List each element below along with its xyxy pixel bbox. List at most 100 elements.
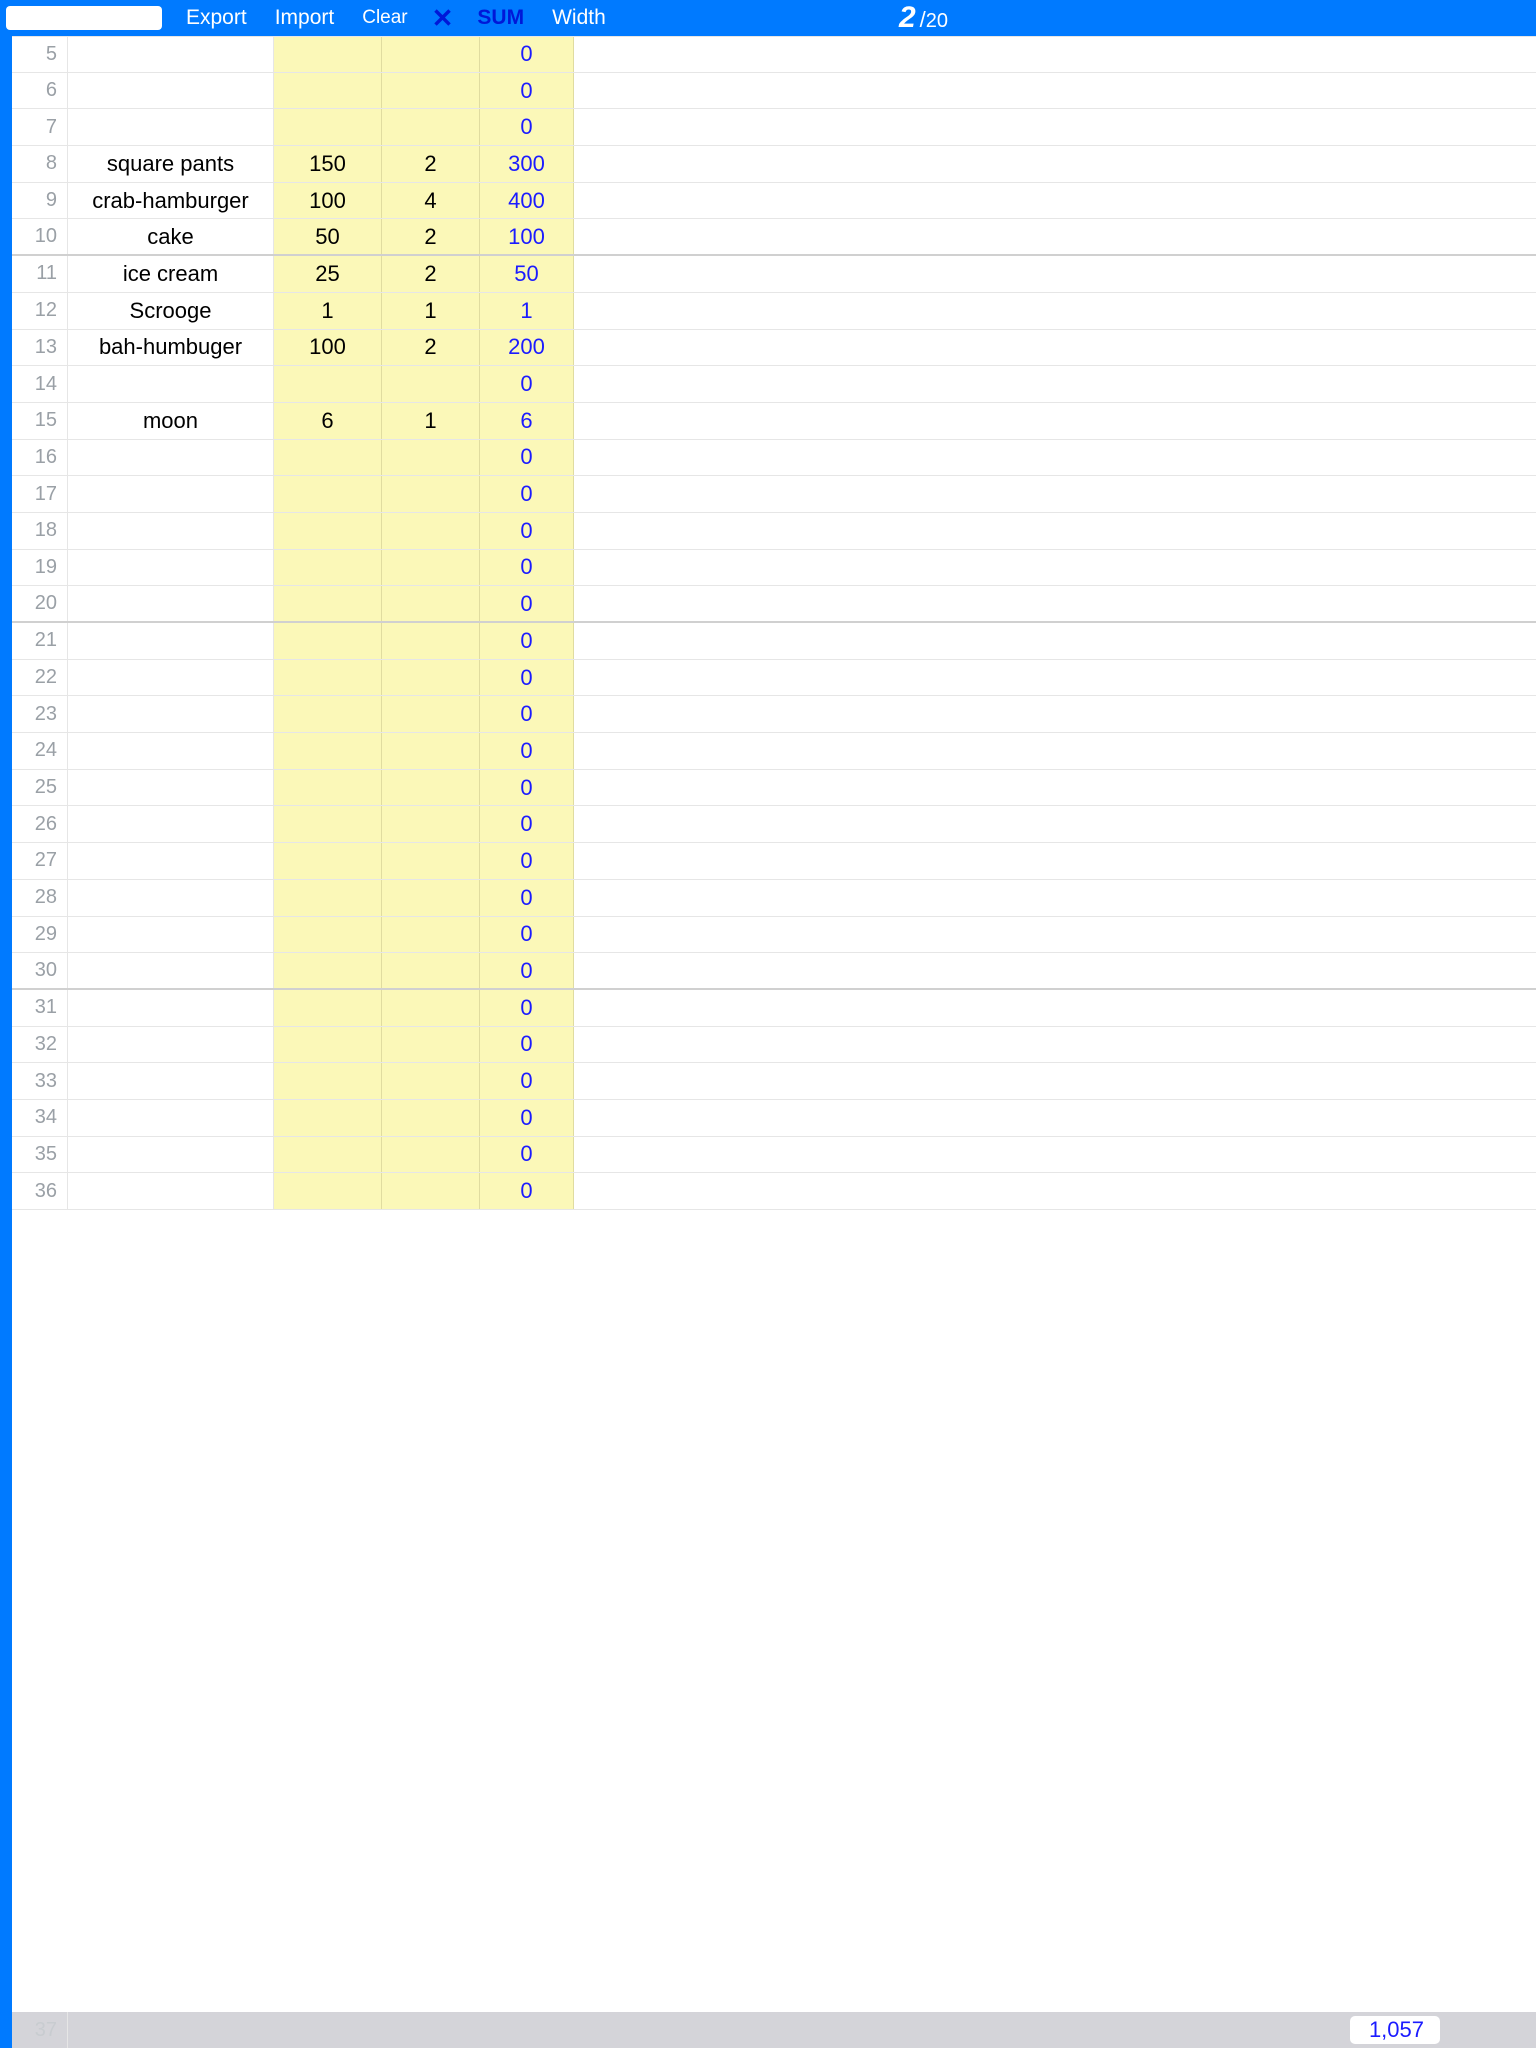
import-button[interactable]: Import	[261, 0, 349, 36]
cell-value-b[interactable]: 1	[382, 293, 480, 329]
multiply-icon[interactable]: ✕	[422, 0, 464, 36]
cell-total[interactable]: 0	[480, 843, 574, 879]
cell-total[interactable]: 0	[480, 917, 574, 953]
cell-value-b[interactable]	[382, 917, 480, 953]
cell-name[interactable]	[68, 1137, 274, 1173]
cell-value-a[interactable]	[274, 37, 382, 72]
cell-total[interactable]: 200	[480, 330, 574, 366]
cell-total[interactable]: 0	[480, 1137, 574, 1173]
cell-name[interactable]	[68, 733, 274, 769]
cell-value-b[interactable]	[382, 806, 480, 842]
cell-total[interactable]: 300	[480, 146, 574, 182]
cell-name[interactable]: bah-humbuger	[68, 330, 274, 366]
cell-name[interactable]	[68, 73, 274, 109]
cell-name[interactable]	[68, 990, 274, 1026]
cell-total[interactable]: 50	[480, 256, 574, 292]
cell-value-a[interactable]	[274, 953, 382, 988]
cell-value-a[interactable]	[274, 770, 382, 806]
cell-name[interactable]	[68, 770, 274, 806]
cell-value-b[interactable]: 2	[382, 146, 480, 182]
cell-name[interactable]: moon	[68, 403, 274, 439]
cell-value-b[interactable]	[382, 366, 480, 402]
cell-value-b[interactable]	[382, 37, 480, 72]
cell-value-a[interactable]	[274, 586, 382, 621]
cell-value-a[interactable]	[274, 696, 382, 732]
cell-total[interactable]: 0	[480, 366, 574, 402]
cell-total[interactable]: 0	[480, 440, 574, 476]
cell-value-b[interactable]	[382, 880, 480, 916]
cell-value-a[interactable]: 25	[274, 256, 382, 292]
cell-value-a[interactable]	[274, 73, 382, 109]
cell-name[interactable]	[68, 366, 274, 402]
cell-name[interactable]	[68, 1027, 274, 1063]
cell-total[interactable]: 0	[480, 623, 574, 659]
cell-value-b[interactable]	[382, 73, 480, 109]
cell-name[interactable]	[68, 1063, 274, 1099]
cell-total[interactable]: 0	[480, 513, 574, 549]
cell-total[interactable]: 0	[480, 806, 574, 842]
cell-name[interactable]	[68, 880, 274, 916]
cell-total[interactable]: 0	[480, 73, 574, 109]
cell-value-a[interactable]	[274, 806, 382, 842]
cell-total[interactable]: 0	[480, 990, 574, 1026]
cell-value-b[interactable]	[382, 513, 480, 549]
cell-value-b[interactable]	[382, 1100, 480, 1136]
cell-name[interactable]	[68, 917, 274, 953]
cell-name[interactable]: ice cream	[68, 256, 274, 292]
cell-value-b[interactable]: 1	[382, 403, 480, 439]
cell-name[interactable]	[68, 1173, 274, 1209]
cell-value-a[interactable]: 50	[274, 219, 382, 254]
cell-name[interactable]	[68, 513, 274, 549]
cell-name[interactable]	[68, 586, 274, 621]
cell-total[interactable]: 0	[480, 696, 574, 732]
cell-value-b[interactable]	[382, 1027, 480, 1063]
cell-name[interactable]: crab-hamburger	[68, 183, 274, 219]
cell-value-a[interactable]	[274, 990, 382, 1026]
cell-value-b[interactable]: 2	[382, 330, 480, 366]
cell-value-b[interactable]	[382, 770, 480, 806]
cell-value-b[interactable]	[382, 476, 480, 512]
cell-value-a[interactable]	[274, 660, 382, 696]
cell-value-b[interactable]	[382, 1137, 480, 1173]
cell-value-a[interactable]	[274, 366, 382, 402]
cell-value-b[interactable]	[382, 109, 480, 145]
cell-name[interactable]	[68, 660, 274, 696]
cell-value-a[interactable]	[274, 917, 382, 953]
cell-value-a[interactable]	[274, 1173, 382, 1209]
cell-value-b[interactable]	[382, 586, 480, 621]
cell-name[interactable]	[68, 623, 274, 659]
cell-value-b[interactable]	[382, 440, 480, 476]
cell-name[interactable]	[68, 806, 274, 842]
export-button[interactable]: Export	[172, 0, 261, 36]
cell-value-b[interactable]	[382, 843, 480, 879]
sum-button[interactable]: SUM	[463, 0, 538, 36]
cell-value-a[interactable]	[274, 109, 382, 145]
cell-value-b[interactable]: 2	[382, 219, 480, 254]
cell-name[interactable]	[68, 440, 274, 476]
cell-total[interactable]: 0	[480, 660, 574, 696]
cell-total[interactable]: 0	[480, 1063, 574, 1099]
cell-value-b[interactable]: 4	[382, 183, 480, 219]
cell-total[interactable]: 0	[480, 733, 574, 769]
cell-name[interactable]	[68, 109, 274, 145]
cell-name[interactable]	[68, 696, 274, 732]
cell-value-a[interactable]: 100	[274, 330, 382, 366]
cell-total[interactable]: 0	[480, 37, 574, 72]
formula-input[interactable]	[6, 6, 162, 30]
cell-total[interactable]: 0	[480, 476, 574, 512]
cell-value-a[interactable]	[274, 880, 382, 916]
cell-total[interactable]: 0	[480, 550, 574, 586]
cell-value-a[interactable]	[274, 1100, 382, 1136]
cell-total[interactable]: 0	[480, 953, 574, 988]
cell-name[interactable]: cake	[68, 219, 274, 254]
cell-total[interactable]: 6	[480, 403, 574, 439]
cell-value-a[interactable]	[274, 476, 382, 512]
cell-value-a[interactable]	[274, 843, 382, 879]
cell-value-a[interactable]: 150	[274, 146, 382, 182]
cell-value-a[interactable]: 6	[274, 403, 382, 439]
clear-button[interactable]: Clear	[348, 0, 421, 36]
cell-name[interactable]	[68, 476, 274, 512]
cell-value-a[interactable]	[274, 1027, 382, 1063]
cell-name[interactable]: Scrooge	[68, 293, 274, 329]
cell-name[interactable]: square pants	[68, 146, 274, 182]
